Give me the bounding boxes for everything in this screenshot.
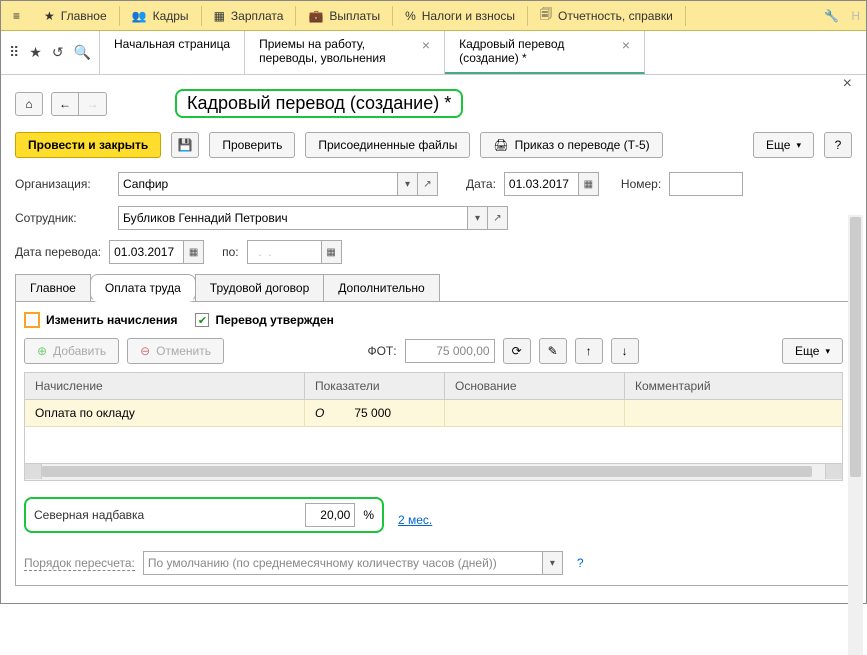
tab-transfer[interactable]: Кадровый перевод (создание) *× — [445, 31, 645, 74]
change-charges-check[interactable]: Изменить начисления — [24, 312, 177, 328]
north-allowance-input[interactable] — [305, 503, 355, 527]
subtab-payment[interactable]: Оплата труда — [90, 274, 196, 302]
calendar-icon[interactable]: ▦ — [184, 240, 204, 264]
calendar-icon[interactable]: ▦ — [579, 172, 599, 196]
star-icon: ★ — [44, 9, 55, 23]
close-icon[interactable]: × — [622, 37, 630, 53]
nav-salary[interactable]: ▦Зарплата — [202, 1, 296, 31]
col-indicators[interactable]: Показатели — [305, 373, 445, 399]
nav-reports[interactable]: 🗐Отчетность, справки — [528, 1, 685, 31]
minus-icon: ⊖ — [140, 344, 150, 358]
favorite-icon[interactable]: ★ — [29, 44, 42, 61]
to-date-label: по: — [222, 245, 239, 259]
employee-input[interactable] — [118, 206, 468, 230]
search-icon[interactable]: 🔍 — [74, 44, 91, 61]
nav-payments[interactable]: 💼Выплаты — [296, 1, 392, 31]
date-input[interactable] — [504, 172, 579, 196]
edit-button[interactable]: ✎ — [539, 338, 567, 364]
add-button: ⊕Добавить — [24, 338, 119, 364]
org-input[interactable] — [118, 172, 398, 196]
fot-label: ФОТ: — [367, 344, 396, 358]
col-base[interactable]: Основание — [445, 373, 625, 399]
org-label: Организация: — [15, 177, 110, 191]
transfer-date-input[interactable] — [109, 240, 184, 264]
nav-main[interactable]: ★Главное — [32, 1, 119, 31]
wallet-icon: 💼 — [308, 9, 323, 23]
percent-icon: % — [405, 9, 416, 23]
col-charge[interactable]: Начисление — [25, 373, 305, 399]
more-button[interactable]: Еще ▾ — [753, 132, 814, 158]
order-t5-button[interactable]: 🖨Приказ о переводе (Т-5) — [480, 132, 662, 158]
cancel-button: ⊖Отменить — [127, 338, 224, 364]
number-input[interactable] — [669, 172, 743, 196]
open-icon[interactable]: ↗ — [488, 206, 508, 230]
months-link[interactable]: 2 мес. — [398, 513, 432, 527]
charges-table: Начисление Показатели Основание Коммента… — [24, 372, 843, 464]
page-close-icon[interactable]: × — [843, 75, 852, 93]
transfer-date-label: Дата перевода: — [15, 245, 101, 259]
table-row[interactable]: Оплата по окладу О75 000 — [25, 400, 842, 427]
check-button[interactable]: Проверить — [209, 132, 295, 158]
printer-icon: 🖨 — [493, 138, 508, 152]
refresh-button[interactable]: ⟳ — [503, 338, 531, 364]
number-label: Номер: — [621, 177, 661, 191]
fot-input — [405, 339, 495, 363]
to-date-input[interactable] — [247, 240, 322, 264]
subtab-contract[interactable]: Трудовой договор — [195, 274, 324, 301]
open-icon[interactable]: ↗ — [418, 172, 438, 196]
table-scrollbar-x[interactable] — [24, 464, 843, 481]
page-title: Кадровый перевод (создание) * — [175, 89, 463, 118]
checkbox-icon — [24, 312, 40, 328]
north-unit: % — [363, 508, 374, 522]
tab-start[interactable]: Начальная страница — [100, 31, 245, 74]
back-button[interactable]: ← — [51, 92, 79, 116]
employee-label: Сотрудник: — [15, 211, 110, 225]
nav-more[interactable]: Н — [845, 1, 866, 31]
checkbox-icon — [195, 313, 209, 327]
save-button[interactable]: 💾 — [171, 132, 199, 158]
subtab-main[interactable]: Главное — [15, 274, 91, 301]
forward-button: → — [79, 92, 107, 116]
wrench-icon[interactable]: 🔧 — [818, 9, 845, 23]
report-icon: 🗐 — [540, 5, 552, 26]
plus-icon: ⊕ — [37, 344, 47, 358]
date-label: Дата: — [466, 177, 496, 191]
grid-more-button[interactable]: Еще ▾ — [782, 338, 843, 364]
attached-files-button[interactable]: Присоединенные файлы — [305, 132, 470, 158]
apps-icon[interactable]: ⠿ — [9, 44, 19, 61]
nav-menu-icon[interactable]: ≡ — [1, 1, 32, 31]
dropdown-icon[interactable]: ▾ — [398, 172, 418, 196]
subtab-extra[interactable]: Дополнительно — [323, 274, 439, 301]
nav-hr[interactable]: 👥Кадры — [120, 1, 201, 31]
dropdown-icon[interactable]: ▾ — [468, 206, 488, 230]
dropdown-icon[interactable]: ▾ — [543, 551, 563, 575]
page-scrollbar-y[interactable] — [848, 215, 863, 655]
north-allowance-label: Северная надбавка — [34, 508, 297, 522]
recalc-order-label: Порядок пересчета: — [24, 556, 135, 571]
calendar-icon[interactable]: ▦ — [322, 240, 342, 264]
home-button[interactable]: ⌂ — [15, 92, 43, 116]
table-icon: ▦ — [214, 9, 225, 23]
col-comment[interactable]: Комментарий — [625, 373, 842, 399]
history-icon[interactable]: ↺ — [52, 44, 64, 61]
post-and-close-button[interactable]: Провести и закрыть — [15, 132, 161, 158]
people-icon: 👥 — [132, 9, 147, 23]
move-up-button[interactable]: ↑ — [575, 338, 603, 364]
help-button[interactable]: ? — [824, 132, 852, 158]
move-down-button[interactable]: ↓ — [611, 338, 639, 364]
transfer-approved-check[interactable]: Перевод утвержден — [195, 313, 333, 327]
nav-taxes[interactable]: %Налоги и взносы — [393, 1, 527, 31]
recalc-order-input — [143, 551, 543, 575]
close-icon[interactable]: × — [422, 37, 430, 53]
tab-hires[interactable]: Приемы на работу, переводы, увольнения× — [245, 31, 445, 74]
recalc-help-icon[interactable]: ? — [577, 556, 584, 570]
